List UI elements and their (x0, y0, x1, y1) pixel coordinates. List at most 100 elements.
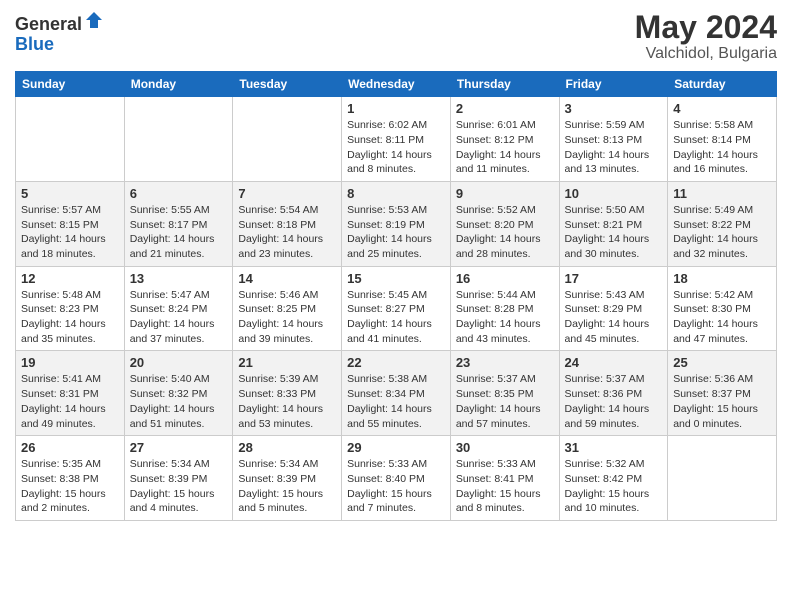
day-number: 24 (565, 355, 663, 370)
day-number: 30 (456, 440, 554, 455)
logo-blue-text: Blue (15, 34, 54, 54)
day-number: 9 (456, 186, 554, 201)
day-number: 22 (347, 355, 445, 370)
calendar-cell: 12 Sunrise: 5:48 AM Sunset: 8:23 PM Dayli… (16, 266, 125, 351)
calendar-cell: 5 Sunrise: 5:57 AM Sunset: 8:15 PM Daylig… (16, 181, 125, 266)
calendar-cell (124, 97, 233, 182)
day-number: 1 (347, 101, 445, 116)
calendar-cell: 4 Sunrise: 5:58 AM Sunset: 8:14 PM Daylig… (668, 97, 777, 182)
calendar-week-row: 12 Sunrise: 5:48 AM Sunset: 8:23 PM Dayli… (16, 266, 777, 351)
day-info: Sunrise: 5:57 AM Sunset: 8:15 PM Dayligh… (21, 203, 119, 262)
calendar-cell: 14Sunrise: 5:46 AM Sunset: 8:25 PM Dayli… (233, 266, 342, 351)
day-info: Sunrise: 5:39 AM Sunset: 8:33 PM Dayligh… (238, 372, 336, 431)
calendar-cell: 22 Sunrise: 5:38 AM Sunset: 8:34 PM Dayli… (342, 351, 451, 436)
day-info: Sunrise: 5:43 AM Sunset: 8:29 PM Dayligh… (565, 288, 663, 347)
day-info: Sunrise: 5:47 AM Sunset: 8:24 PM Dayligh… (130, 288, 228, 347)
calendar-cell: 21 Sunrise: 5:39 AM Sunset: 8:33 PM Dayli… (233, 351, 342, 436)
logo-icon (84, 10, 104, 30)
weekday-header: Monday (124, 72, 233, 97)
logo: General Blue (15, 10, 104, 55)
day-info: Sunrise: 5:49 AM Sunset: 8:22 PM Dayligh… (673, 203, 771, 262)
day-number: 27 (130, 440, 228, 455)
calendar-cell: 27 Sunrise: 5:34 AM Sunset: 8:39 PM Dayli… (124, 436, 233, 521)
day-info: Sunrise: 5:52 AM Sunset: 8:20 PM Dayligh… (456, 203, 554, 262)
calendar-week-row: 19 Sunrise: 5:41 AM Sunset: 8:31 PM Dayli… (16, 351, 777, 436)
calendar-cell: 26 Sunrise: 5:35 AM Sunset: 8:38 PM Dayli… (16, 436, 125, 521)
day-info: Sunrise: 5:32 AM Sunset: 8:42 PM Dayligh… (565, 457, 663, 516)
calendar-cell: 13Sunrise: 5:47 AM Sunset: 8:24 PM Dayli… (124, 266, 233, 351)
calendar-cell: 31 Sunrise: 5:32 AM Sunset: 8:42 PM Dayli… (559, 436, 668, 521)
calendar-cell: 25 Sunrise: 5:36 AM Sunset: 8:37 PM Dayli… (668, 351, 777, 436)
location: Valchidol, Bulgaria (635, 45, 777, 63)
day-number: 8 (347, 186, 445, 201)
day-number: 21 (238, 355, 336, 370)
day-number: 26 (21, 440, 119, 455)
day-info: Sunrise: 5:48 AM Sunset: 8:23 PM Dayligh… (21, 288, 119, 347)
calendar-cell (233, 97, 342, 182)
calendar-cell: 8 Sunrise: 5:53 AM Sunset: 8:19 PM Daylig… (342, 181, 451, 266)
day-info: Sunrise: 5:53 AM Sunset: 8:19 PM Dayligh… (347, 203, 445, 262)
calendar-cell: 17Sunrise: 5:43 AM Sunset: 8:29 PM Dayli… (559, 266, 668, 351)
day-number: 6 (130, 186, 228, 201)
day-number: 23 (456, 355, 554, 370)
calendar-table: SundayMondayTuesdayWednesdayThursdayFrid… (15, 71, 777, 521)
logo-general-text: General (15, 14, 82, 34)
day-number: 14 (238, 271, 336, 286)
weekday-header: Friday (559, 72, 668, 97)
calendar-cell: 2Sunrise: 6:01 AM Sunset: 8:12 PM Daylig… (450, 97, 559, 182)
day-info: Sunrise: 5:59 AM Sunset: 8:13 PM Dayligh… (565, 118, 663, 177)
weekday-header: Thursday (450, 72, 559, 97)
month-year: May 2024 (635, 10, 777, 45)
calendar-cell: 11 Sunrise: 5:49 AM Sunset: 8:22 PM Dayli… (668, 181, 777, 266)
day-info: Sunrise: 5:58 AM Sunset: 8:14 PM Dayligh… (673, 118, 771, 177)
day-info: Sunrise: 5:54 AM Sunset: 8:18 PM Dayligh… (238, 203, 336, 262)
calendar-cell: 7Sunrise: 5:54 AM Sunset: 8:18 PM Daylig… (233, 181, 342, 266)
calendar-cell: 18Sunrise: 5:42 AM Sunset: 8:30 PM Dayli… (668, 266, 777, 351)
day-number: 2 (456, 101, 554, 116)
day-number: 10 (565, 186, 663, 201)
day-number: 12 (21, 271, 119, 286)
calendar-cell: 1 Sunrise: 6:02 AM Sunset: 8:11 PM Daylig… (342, 97, 451, 182)
day-number: 20 (130, 355, 228, 370)
day-info: Sunrise: 5:37 AM Sunset: 8:35 PM Dayligh… (456, 372, 554, 431)
calendar-cell: 6 Sunrise: 5:55 AM Sunset: 8:17 PM Daylig… (124, 181, 233, 266)
day-number: 15 (347, 271, 445, 286)
day-info: Sunrise: 5:55 AM Sunset: 8:17 PM Dayligh… (130, 203, 228, 262)
day-info: Sunrise: 5:33 AM Sunset: 8:40 PM Dayligh… (347, 457, 445, 516)
day-info: Sunrise: 5:35 AM Sunset: 8:38 PM Dayligh… (21, 457, 119, 516)
day-info: Sunrise: 5:41 AM Sunset: 8:31 PM Dayligh… (21, 372, 119, 431)
calendar-cell: 3 Sunrise: 5:59 AM Sunset: 8:13 PM Daylig… (559, 97, 668, 182)
day-number: 29 (347, 440, 445, 455)
day-number: 25 (673, 355, 771, 370)
title-block: May 2024 Valchidol, Bulgaria (635, 10, 777, 63)
day-number: 3 (565, 101, 663, 116)
calendar-cell: 15Sunrise: 5:45 AM Sunset: 8:27 PM Dayli… (342, 266, 451, 351)
calendar-cell: 16Sunrise: 5:44 AM Sunset: 8:28 PM Dayli… (450, 266, 559, 351)
day-number: 4 (673, 101, 771, 116)
weekday-header: Wednesday (342, 72, 451, 97)
weekday-header: Sunday (16, 72, 125, 97)
day-info: Sunrise: 6:02 AM Sunset: 8:11 PM Dayligh… (347, 118, 445, 177)
day-info: Sunrise: 5:34 AM Sunset: 8:39 PM Dayligh… (238, 457, 336, 516)
day-info: Sunrise: 5:50 AM Sunset: 8:21 PM Dayligh… (565, 203, 663, 262)
day-info: Sunrise: 5:33 AM Sunset: 8:41 PM Dayligh… (456, 457, 554, 516)
calendar-cell: 30 Sunrise: 5:33 AM Sunset: 8:41 PM Dayli… (450, 436, 559, 521)
day-number: 11 (673, 186, 771, 201)
calendar-cell: 9 Sunrise: 5:52 AM Sunset: 8:20 PM Daylig… (450, 181, 559, 266)
weekday-header: Saturday (668, 72, 777, 97)
day-info: Sunrise: 5:40 AM Sunset: 8:32 PM Dayligh… (130, 372, 228, 431)
day-number: 16 (456, 271, 554, 286)
calendar-cell: 10 Sunrise: 5:50 AM Sunset: 8:21 PM Dayli… (559, 181, 668, 266)
header: General Blue May 2024 Valchidol, Bulgari… (15, 10, 777, 63)
day-number: 31 (565, 440, 663, 455)
calendar-cell: 24 Sunrise: 5:37 AM Sunset: 8:36 PM Dayli… (559, 351, 668, 436)
day-number: 5 (21, 186, 119, 201)
day-info: Sunrise: 5:38 AM Sunset: 8:34 PM Dayligh… (347, 372, 445, 431)
day-info: Sunrise: 5:37 AM Sunset: 8:36 PM Dayligh… (565, 372, 663, 431)
day-number: 19 (21, 355, 119, 370)
day-info: Sunrise: 5:42 AM Sunset: 8:30 PM Dayligh… (673, 288, 771, 347)
day-info: Sunrise: 5:34 AM Sunset: 8:39 PM Dayligh… (130, 457, 228, 516)
day-info: Sunrise: 5:36 AM Sunset: 8:37 PM Dayligh… (673, 372, 771, 431)
calendar-cell: 29 Sunrise: 5:33 AM Sunset: 8:40 PM Dayli… (342, 436, 451, 521)
page: General Blue May 2024 Valchidol, Bulgari… (0, 0, 792, 612)
